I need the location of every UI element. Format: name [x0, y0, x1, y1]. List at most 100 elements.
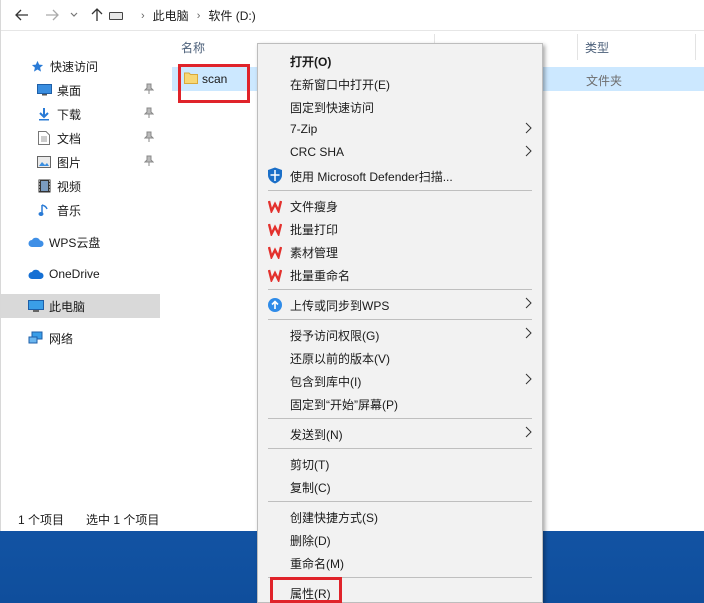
wps-icon [266, 220, 283, 237]
menu-item-label: 创建快捷方式(S) [290, 511, 378, 525]
menu-item-pin-quick-access[interactable]: 固定到快速访问 [258, 95, 542, 117]
sidebar-item-label: 文档 [57, 131, 82, 146]
sidebar-item-label: 此电脑 [49, 299, 86, 314]
menu-item-send-to[interactable]: 发送到(N) [258, 422, 542, 444]
document-icon [36, 130, 52, 146]
menu-item-label: 复制(C) [290, 481, 331, 495]
sidebar-item-label: OneDrive [49, 267, 100, 281]
wps-icon [266, 243, 283, 260]
menu-item-upload-wps[interactable]: 上传或同步到WPS [258, 293, 542, 315]
sidebar-item-label: 视频 [57, 179, 82, 194]
forward-button[interactable] [41, 4, 63, 26]
menu-item-cut[interactable]: 剪切(T) [258, 452, 542, 474]
menu-item-defender-scan[interactable]: 使用 Microsoft Defender扫描... [258, 164, 542, 186]
menu-item-copy[interactable]: 复制(C) [258, 475, 542, 497]
menu-item-restore-versions[interactable]: 还原以前的版本(V) [258, 346, 542, 368]
sidebar-item-label: WPS云盘 [49, 235, 101, 250]
menu-separator [268, 319, 532, 320]
menu-item-delete[interactable]: 删除(D) [258, 528, 542, 550]
defender-shield-icon [266, 167, 283, 184]
picture-icon [36, 154, 52, 170]
drive-icon [109, 11, 123, 20]
menu-item-open[interactable]: 打开(O) [258, 49, 542, 71]
arrow-up-icon [91, 8, 103, 21]
star-icon [29, 58, 45, 74]
sidebar-item-label: 网络 [49, 331, 74, 346]
menu-item-label: 删除(D) [290, 534, 331, 548]
sidebar-item-label: 音乐 [57, 203, 82, 218]
pin-icon[interactable] [143, 155, 155, 170]
up-button[interactable] [86, 4, 108, 26]
onedrive-icon [28, 266, 44, 282]
pin-icon[interactable] [143, 107, 155, 122]
menu-item-label: 素材管理 [290, 246, 339, 260]
chevron-right-icon [525, 122, 532, 137]
column-divider[interactable] [695, 34, 696, 60]
sidebar-item-quick-access[interactable]: 快速访问 [1, 54, 160, 78]
sidebar-item-documents[interactable]: 文档 [1, 126, 160, 150]
menu-item-label: CRC SHA [290, 145, 345, 159]
arrow-right-icon [46, 9, 59, 21]
sidebar-item-music[interactable]: 音乐 [1, 198, 160, 222]
menu-item-label: 批量打印 [290, 223, 339, 237]
menu-item-rename[interactable]: 重命名(M) [258, 551, 542, 573]
menu-item-include-library[interactable]: 包含到库中(I) [258, 369, 542, 391]
highlight-box-properties [270, 577, 342, 603]
chevron-right-icon [525, 373, 532, 388]
menu-separator [268, 501, 532, 502]
sidebar-item-pictures[interactable]: 图片 [1, 150, 160, 174]
pin-icon[interactable] [143, 83, 155, 98]
arrow-left-icon [15, 9, 28, 21]
network-icon [28, 330, 44, 346]
sidebar-item-videos[interactable]: 视频 [1, 174, 160, 198]
menu-item-label: 剪切(T) [290, 458, 330, 472]
column-header-name[interactable]: 名称 [181, 39, 205, 56]
address-bar: › 此电脑 › 软件 (D:) [1, 0, 704, 31]
chevron-right-icon [525, 297, 532, 312]
menu-item-label: 包含到库中(I) [290, 375, 362, 389]
menu-item-label: 打开(O) [290, 55, 332, 69]
menu-item-label: 文件瘦身 [290, 200, 339, 214]
menu-item-batch-print[interactable]: 批量打印 [258, 217, 542, 239]
chevron-right-icon [525, 327, 532, 342]
menu-item-grant-access[interactable]: 授予访问权限(G) [258, 323, 542, 345]
menu-item-label: 固定到“开始”屏幕(P) [290, 398, 398, 412]
breadcrumb-drive-d[interactable]: 软件 (D:) [208, 7, 255, 24]
breadcrumb: › 此电脑 › 软件 (D:) [109, 0, 256, 31]
recent-dropdown-button[interactable] [63, 4, 85, 26]
menu-item-label: 7-Zip [290, 122, 318, 136]
menu-separator [268, 289, 532, 290]
menu-item-batch-rename[interactable]: 批量重命名 [258, 263, 542, 285]
menu-item-crc-sha[interactable]: CRC SHA [258, 141, 542, 163]
chevron-right-icon [525, 426, 532, 441]
pin-icon[interactable] [143, 131, 155, 146]
menu-item-create-shortcut[interactable]: 创建快捷方式(S) [258, 505, 542, 527]
sidebar-item-network[interactable]: 网络 [1, 326, 160, 350]
sidebar-item-label: 快速访问 [50, 59, 99, 74]
column-header-type[interactable]: 类型 [585, 39, 609, 56]
context-menu: 打开(O) 在新窗口中打开(E) 固定到快速访问 7-Zip CRC SHA 使… [257, 43, 543, 603]
sidebar-item-desktop[interactable]: 桌面 [1, 78, 160, 102]
chevron-down-icon [70, 12, 78, 17]
navigation-pane: 快速访问 桌面 下载 文档 图片 视频 音乐 WPS云盘 OneDrive 此电… [1, 31, 162, 511]
menu-item-label: 授予访问权限(G) [290, 329, 380, 343]
menu-item-label: 重命名(M) [290, 557, 344, 571]
desktop-icon [36, 82, 52, 98]
menu-item-file-slim[interactable]: 文件瘦身 [258, 194, 542, 216]
sidebar-item-onedrive[interactable]: OneDrive [1, 262, 160, 286]
menu-item-asset-manage[interactable]: 素材管理 [258, 240, 542, 262]
sidebar-item-this-pc[interactable]: 此电脑 [1, 294, 160, 318]
back-button[interactable] [11, 4, 33, 26]
menu-item-pin-start[interactable]: 固定到“开始”屏幕(P) [258, 392, 542, 414]
menu-separator [268, 418, 532, 419]
wps-icon [266, 266, 283, 283]
breadcrumb-this-pc[interactable]: 此电脑 [153, 7, 189, 24]
sidebar-item-label: 下载 [57, 107, 82, 122]
menu-item-label: 固定到快速访问 [290, 101, 375, 115]
column-divider[interactable] [577, 34, 578, 60]
menu-item-7zip[interactable]: 7-Zip [258, 118, 542, 140]
sidebar-item-wps-cloud[interactable]: WPS云盘 [1, 230, 160, 254]
wps-icon [266, 197, 283, 214]
sidebar-item-downloads[interactable]: 下载 [1, 102, 160, 126]
menu-item-open-new-window[interactable]: 在新窗口中打开(E) [258, 72, 542, 94]
